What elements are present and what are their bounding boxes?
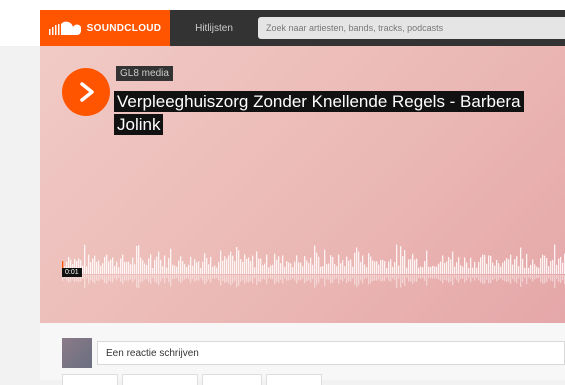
navigation-bar: SOUNDCLOUD Hitlijsten [40,10,565,46]
play-button[interactable] [62,68,110,116]
cloud-icon [48,21,81,35]
brand-name: SOUNDCLOUD [86,22,162,34]
waveform[interactable] [62,236,565,294]
avatar [62,338,92,368]
track-title: Verpleeghuiszorg Zonder Knellende Regels… [114,91,524,135]
soundcloud-logo[interactable]: SOUNDCLOUD [40,10,170,46]
search-input[interactable] [258,17,565,39]
comment-input[interactable] [97,341,565,365]
track-title-wrapper: Verpleeghuiszorg Zonder Knellende Regels… [114,90,534,136]
artist-name[interactable]: GL8 media [116,66,173,81]
track-hero: GL8 media Verpleeghuiszorg Zonder Knelle… [40,46,565,323]
comment-area [40,323,565,385]
nav-tab-charts[interactable]: Hitlijsten [174,10,254,46]
current-time: 0:01 [62,268,82,277]
top-bar: SOUNDCLOUD Hitlijsten [0,0,565,46]
play-icon [80,82,94,102]
